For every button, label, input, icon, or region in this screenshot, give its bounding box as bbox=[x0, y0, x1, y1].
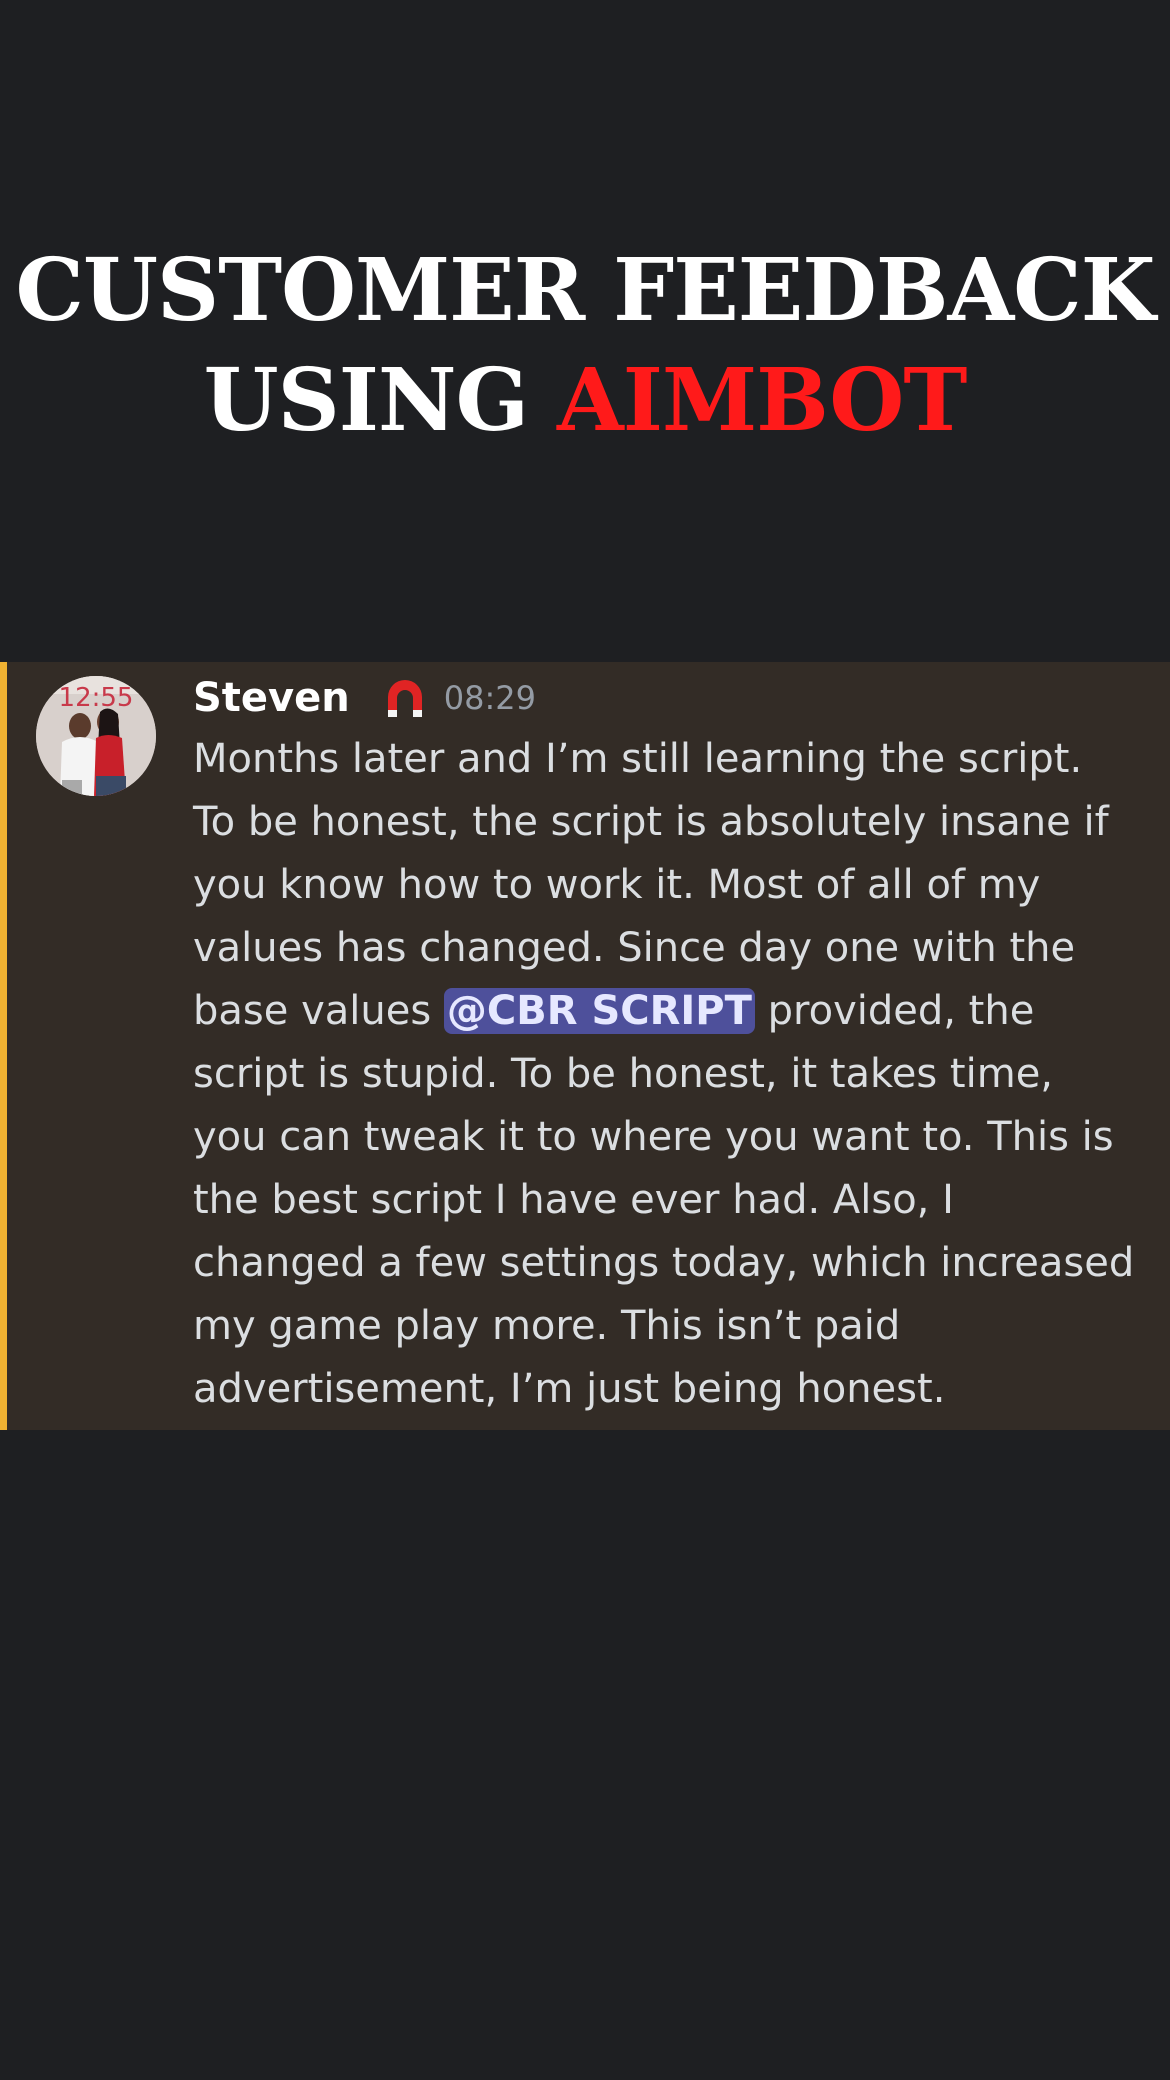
message-line: changed a few settings today, which incr… bbox=[193, 1240, 1135, 1286]
avatar-clock: 12:55 bbox=[59, 683, 134, 713]
page-title: CUSTOMER FEEDBACK USING AIMBOT bbox=[0, 236, 1170, 456]
message-timestamp: 08:29 bbox=[443, 679, 536, 717]
message-line: you know how to work it. Most of all of … bbox=[193, 862, 1041, 908]
headline-line-2: USING AIMBOT bbox=[0, 346, 1170, 456]
chat-message[interactable]: 12:55 Steven 08:29 Months later and I’m … bbox=[0, 662, 1170, 1430]
avatar[interactable]: 12:55 bbox=[36, 676, 156, 796]
mention-suffix-text: provided, the bbox=[754, 988, 1035, 1034]
mention-prefix-text: base values bbox=[193, 988, 444, 1034]
message-line: To be honest, the script is absolutely i… bbox=[193, 799, 1109, 845]
headline-prefix: USING bbox=[203, 350, 529, 451]
message-line: values has changed. Since day one with t… bbox=[193, 925, 1076, 971]
headline-line-1: CUSTOMER FEEDBACK bbox=[15, 240, 1156, 341]
red-white-badge-icon[interactable] bbox=[384, 677, 426, 719]
message-line: you can tweak it to where you want to. T… bbox=[193, 1114, 1114, 1160]
role-mention[interactable]: @CBR SCRIPT bbox=[443, 988, 755, 1034]
message-line: my game play more. This isn’t paid bbox=[193, 1303, 901, 1349]
message-header: Steven 08:29 bbox=[193, 668, 536, 728]
message-line: advertisement, I’m just being honest. bbox=[193, 1366, 946, 1412]
message-line-with-mention: base values @CBR SCRIPT provided, the bbox=[193, 980, 1153, 1043]
message-line: Months later and I’m still learning the … bbox=[193, 736, 1083, 782]
username[interactable]: Steven bbox=[193, 675, 350, 721]
message-line: script is stupid. To be honest, it takes… bbox=[193, 1051, 1054, 1097]
headline-accent: AIMBOT bbox=[556, 350, 967, 451]
mention-highlight-bar bbox=[0, 662, 7, 1430]
page: CUSTOMER FEEDBACK USING AIMBOT 12:55 Ste… bbox=[0, 0, 1170, 2080]
avatar-photo: 12:55 bbox=[36, 676, 156, 796]
message-line: the best script I have ever had. Also, I bbox=[193, 1177, 954, 1223]
message-content: Months later and I’m still learning the … bbox=[193, 728, 1153, 1421]
